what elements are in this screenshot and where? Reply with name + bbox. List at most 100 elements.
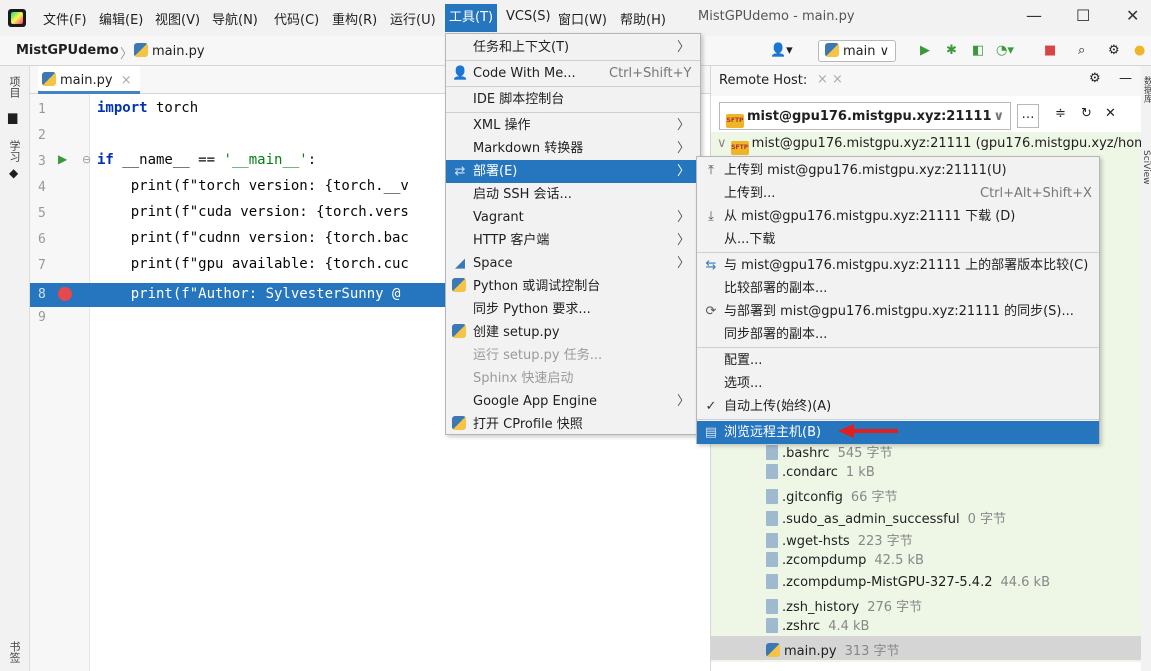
settings-gear-icon[interactable]: ⚙ [1108,43,1120,58]
menu-item-xml[interactable]: XML 操作 〉 [446,114,700,137]
file-icon [766,618,778,633]
menu-item-auto-upload[interactable]: ✓ 自动上传(始终)(A) [697,395,1099,418]
editor-gutter[interactable]: 1 2 3 ▶ ⊖ 4 5 6 7 9 [30,94,91,671]
settings-gear-icon[interactable]: ⚙ [1089,71,1101,86]
tree-root-node[interactable]: ∨ SFTP mist@gpu176.mistgpu.xyz:21111 (gpu… [717,136,1147,155]
sync-icon: ⟳ [705,304,717,319]
sftp-icon: SFTP [726,114,744,128]
menu-refactor[interactable]: 重构(R) [332,9,377,28]
database-tool-tab[interactable]: 数据库 [1141,76,1151,103]
menu-item-sync-with-host[interactable]: ⟳ 与部署到 mist@gpu176.mistgpu.xyz:21111 的同步(… [697,300,1099,323]
menu-file[interactable]: 文件(F) [43,9,87,28]
menu-item-http-client[interactable]: HTTP 客户端 〉 [446,229,700,252]
bookmarks-tool-tab[interactable]: 书签 [6,641,22,663]
line-number: 5 [38,206,46,221]
list-item[interactable]: .bashrc 545 字节 [766,442,893,461]
menu-item-code-with-me[interactable]: 👤 Code With Me... Ctrl+Shift+Y [446,62,700,85]
menu-help[interactable]: 帮助(H) [620,9,666,28]
code-text: : [307,152,317,168]
menu-item-space[interactable]: ◢ Space 〉 [446,252,700,275]
menu-item-cprofile[interactable]: 打开 CProfile 快照 [446,413,700,436]
chevron-right-icon: 〉 [676,118,690,133]
search-icon[interactable]: ⌕ [1078,43,1085,58]
list-item[interactable]: .condarc 1 kB [766,464,875,480]
run-icon[interactable]: ▶ [920,43,930,58]
menu-item-sync-requirements[interactable]: 同步 Python 要求... [446,298,700,321]
breadcrumb-file[interactable]: main.py [134,43,205,59]
menu-item-compare-copies[interactable]: 比较部署的副本... [697,277,1099,300]
close-icon[interactable]: ✕ [1105,106,1116,121]
menu-tools[interactable]: 工具(T) [445,4,498,32]
menu-item-download-from-host[interactable]: ⤓ 从 mist@gpu176.mistgpu.xyz:21111 下载 (D) [697,205,1099,228]
menu-view[interactable]: 视图(V) [155,9,200,28]
stop-icon[interactable]: ■ [1044,43,1056,58]
debug-icon[interactable]: ✱ [946,43,957,58]
menu-window[interactable]: 窗口(W) [558,9,607,28]
code-string: '__main__' [223,152,308,168]
close-tab-icon[interactable]: × [121,73,132,88]
list-item[interactable]: main.py 313 字节 [766,640,900,659]
refresh-icon[interactable]: ↻ [1081,106,1092,121]
menu-item-google-app-engine[interactable]: Google App Engine 〉 [446,390,700,413]
run-gutter-icon[interactable]: ▶ [58,152,67,166]
profile-icon[interactable]: ◔▾ [996,43,1014,58]
run-config-select[interactable]: main ∨ [818,40,897,62]
chevron-right-icon: 〉 [676,256,690,271]
menu-separator [697,347,1099,348]
close-icon[interactable]: ✕ [1126,6,1139,25]
menu-item-tasks[interactable]: 任务和上下文(T) 〉 [446,36,700,59]
user-icon[interactable]: 👤▾ [770,43,793,58]
browse-button[interactable]: … [1017,104,1039,128]
fold-icon[interactable]: ⊖ [82,153,91,166]
breakpoint-icon[interactable] [58,287,72,301]
list-item[interactable]: .zshrc 4.4 kB [766,618,869,634]
chevron-right-icon: 〉 [676,141,690,156]
menu-item-create-setup[interactable]: 创建 setup.py [446,321,700,344]
menu-item-configuration[interactable]: 配置... [697,349,1099,372]
file-size: 276 字节 [867,600,923,615]
editor-tab-main-py[interactable]: main.py × [38,66,140,94]
menu-item-upload-to-host[interactable]: ⤒ 上传到 mist@gpu176.mistgpu.xyz:21111(U) [697,159,1099,182]
close-tab-icon[interactable]: × × [817,72,843,87]
list-item[interactable]: .zsh_history 276 字节 [766,596,922,615]
list-item[interactable]: .gitconfig 66 字节 [766,486,898,505]
project-tool-tab[interactable]: 项目 [6,76,22,98]
menu-navigate[interactable]: 导航(N) [212,9,258,28]
line-number: 7 [38,258,46,273]
remote-host-title: Remote Host: [719,73,808,88]
menu-item-python-console[interactable]: Python 或调试控制台 [446,275,700,298]
code-line-6: print(f"cudnn version: {torch.bac [97,230,409,246]
menu-item-compare-deployed[interactable]: ⇆ 与 mist@gpu176.mistgpu.xyz:21111 上的部署版本比… [697,254,1099,277]
menu-item-sync-copies[interactable]: 同步部署的副本... [697,323,1099,346]
checkmark-icon: ✓ [705,399,717,414]
menu-vcs[interactable]: VCS(S) [506,9,551,24]
collapse-all-icon[interactable]: ≑ [1055,106,1066,121]
hide-panel-icon[interactable]: — [1119,71,1132,86]
list-item[interactable]: .wget-hsts 223 字节 [766,530,913,549]
file-name: main.py [784,644,837,659]
menu-run[interactable]: 运行(U) [390,9,436,28]
menu-item-deployment[interactable]: ⇄ 部署(E) 〉 [446,160,700,183]
folder-icon: ▆ [8,110,18,124]
menu-item-ide-console[interactable]: IDE 脚本控制台 [446,88,700,111]
breadcrumb-project[interactable]: MistGPUdemo [16,43,119,58]
maximize-icon[interactable]: ☐ [1076,6,1090,25]
menu-item-ssh[interactable]: 启动 SSH 会话... [446,183,700,206]
menu-item-options[interactable]: 选项... [697,372,1099,395]
minimize-icon[interactable]: — [1026,6,1042,25]
menu-item-vagrant[interactable]: Vagrant 〉 [446,206,700,229]
coverage-icon[interactable]: ◧ [972,43,984,58]
list-item[interactable]: .zcompdump-MistGPU-327-5.4.2 44.6 kB [766,574,1050,590]
menu-item-label: Code With Me... [473,66,576,81]
menu-item-markdown[interactable]: Markdown 转换器 〉 [446,137,700,160]
learn-tool-tab[interactable]: 学习 [6,140,22,162]
remote-host-select[interactable]: SFTP mist@gpu176.mistgpu.xyz:21111 ∨ [719,102,1011,130]
sciview-tool-tab[interactable]: SciView [1141,150,1151,185]
menu-edit[interactable]: 编辑(E) [99,9,143,28]
list-item[interactable]: .sudo_as_admin_successful 0 字节 [766,508,1006,527]
menu-item-upload-to[interactable]: 上传到... Ctrl+Alt+Shift+X [697,182,1099,205]
menu-code[interactable]: 代码(C) [274,9,319,28]
plugin-icon[interactable]: ● [1134,43,1145,58]
menu-item-download-from[interactable]: 从...下载 [697,228,1099,251]
list-item[interactable]: .zcompdump 42.5 kB [766,552,924,568]
